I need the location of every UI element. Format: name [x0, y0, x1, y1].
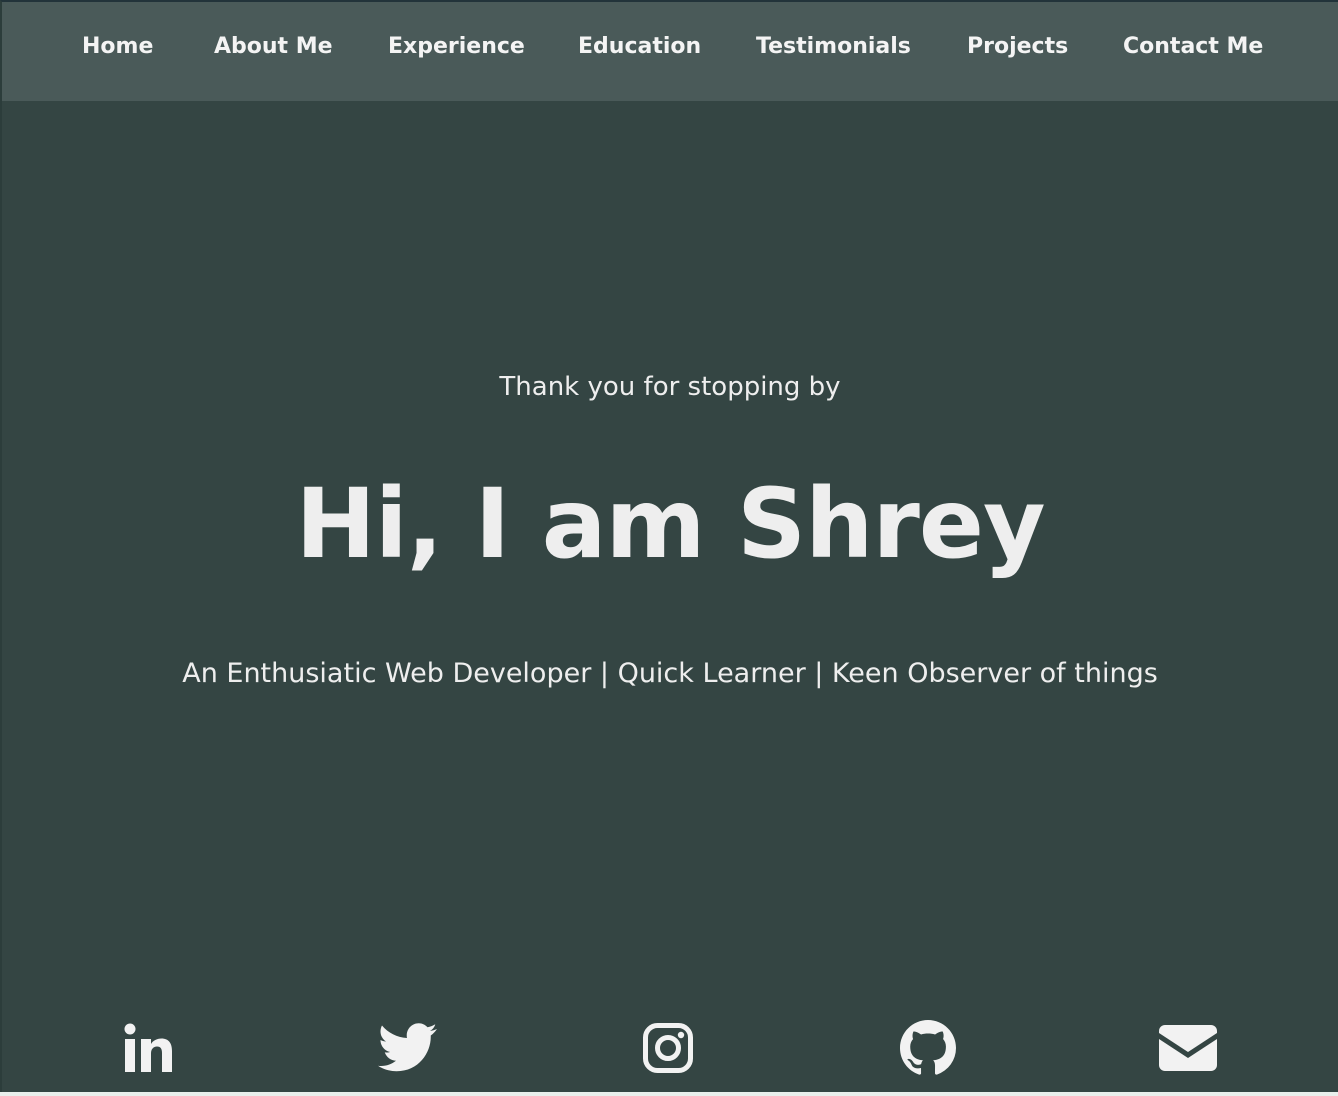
- twitter-link[interactable]: [376, 1016, 440, 1080]
- hero-greeting: Thank you for stopping by: [499, 372, 841, 402]
- nav-item-projects[interactable]: Projects: [967, 32, 1068, 62]
- linkedin-icon: [124, 1023, 172, 1072]
- hero-tagline: An Enthusiatic Web Developer | Quick Lea…: [182, 658, 1158, 689]
- github-icon: [900, 1020, 956, 1075]
- nav-item-testimonials[interactable]: Testimonials: [756, 32, 911, 62]
- page-frame: Home About Me Experience Education Testi…: [0, 0, 1338, 1092]
- nav-item-home[interactable]: Home: [82, 32, 153, 62]
- nav-item-education[interactable]: Education: [578, 32, 701, 62]
- nav-item-contact-me[interactable]: Contact Me: [1123, 32, 1263, 62]
- email-icon: [1159, 1025, 1217, 1071]
- linkedin-link[interactable]: [116, 1016, 180, 1080]
- email-link[interactable]: [1156, 1016, 1220, 1080]
- instagram-link[interactable]: [636, 1016, 700, 1080]
- hero-title: Hi, I am Shrey: [295, 468, 1045, 580]
- nav-item-about-me[interactable]: About Me: [214, 32, 333, 62]
- top-navbar: Home About Me Experience Education Testi…: [2, 2, 1338, 101]
- github-link[interactable]: [896, 1016, 960, 1080]
- twitter-icon: [378, 1023, 437, 1072]
- instagram-icon: [643, 1023, 693, 1073]
- nav-item-experience[interactable]: Experience: [388, 32, 525, 62]
